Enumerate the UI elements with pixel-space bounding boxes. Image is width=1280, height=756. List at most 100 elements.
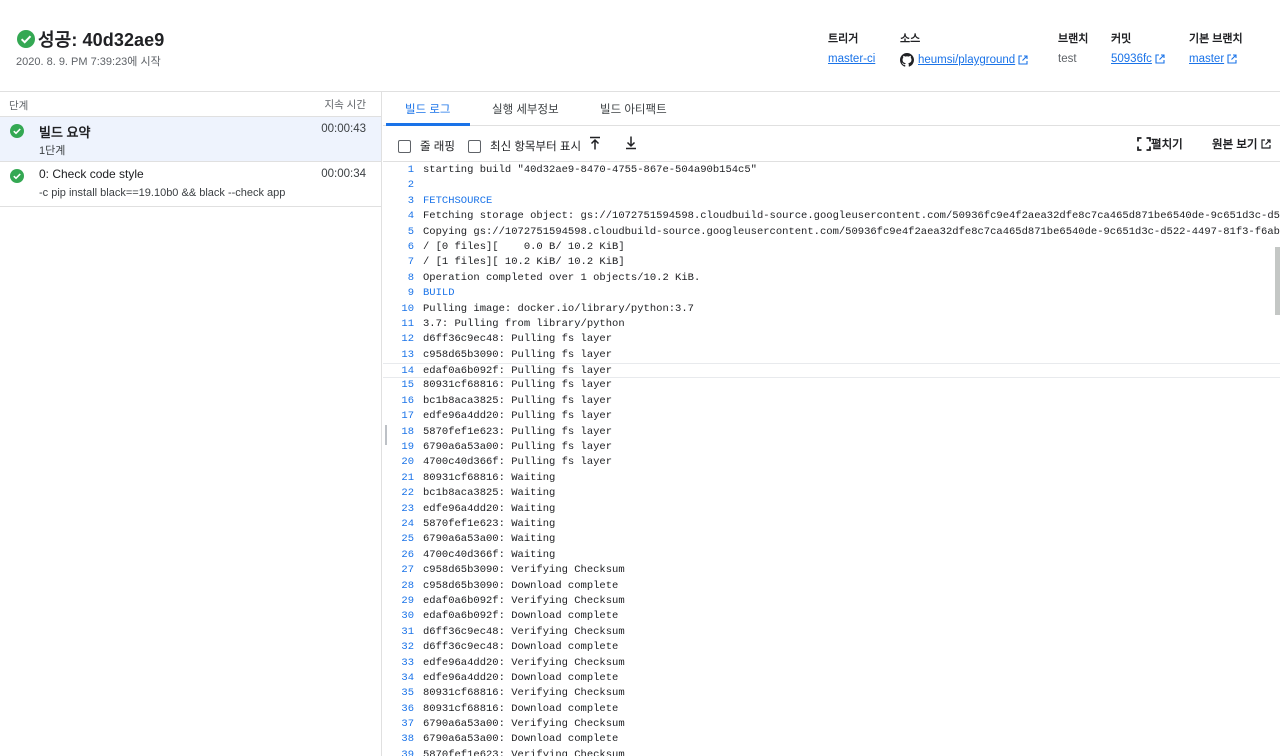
- log-line: 1 starting build "40d32ae9-8470-4755-867e…: [383, 163, 1280, 178]
- log-line-number: 11: [401, 317, 414, 330]
- log-line-text: BUILD: [423, 287, 455, 300]
- log-line-number: 18: [401, 425, 414, 438]
- log-toolbar: 줄 래핑 최신 항목부터 표시 펼치기 원본 보기: [383, 126, 1280, 162]
- log-line-text: Pulling image: docker.io/library/python:…: [423, 302, 694, 315]
- log-line-text: / [0 files][ 0.0 B/ 10.2 KiB]: [423, 240, 625, 253]
- log-line-text: 4700c40d366f: Pulling fs layer: [423, 456, 613, 469]
- log-line: 19 6790a6a53a00: Pulling fs layer: [383, 440, 1280, 455]
- log-line-number: 26: [401, 548, 414, 561]
- expand-button[interactable]: 펼치기: [1137, 136, 1183, 152]
- log-line-text: 5870fef1e623: Pulling fs layer: [423, 425, 613, 438]
- tab-execution-details[interactable]: 실행 세부정보: [492, 101, 559, 117]
- steps-header: 단계 지속 시간: [0, 92, 381, 117]
- branch-meta: 브랜치 test: [1058, 30, 1088, 65]
- log-line: 29 edaf0a6b092f: Verifying Checksum: [383, 594, 1280, 609]
- log-line: 25 6790a6a53a00: Waiting: [383, 532, 1280, 547]
- log-line-number: 2: [407, 179, 414, 192]
- log-line-text: 80931cf68816: Download complete: [423, 702, 619, 715]
- log-line: 31 d6ff36c9ec48: Verifying Checksum: [383, 625, 1280, 640]
- log-line-number: 25: [401, 533, 414, 546]
- log-line: 37 6790a6a53a00: Verifying Checksum: [383, 717, 1280, 732]
- log-line: 36 80931cf68816: Download complete: [383, 702, 1280, 717]
- log-line-number: 19: [401, 441, 414, 454]
- log-line: 21 80931cf68816: Waiting: [383, 471, 1280, 486]
- newest-first-checkbox[interactable]: 최신 항목부터 표시: [468, 138, 581, 154]
- log-line-text: starting build "40d32ae9-8470-4755-867e-…: [423, 164, 757, 176]
- log-scrollbar-thumb[interactable]: [1275, 247, 1280, 315]
- log-line: 12 d6ff36c9ec48: Pulling fs layer: [383, 332, 1280, 347]
- log-line-number: 20: [401, 456, 414, 469]
- branch-value: test: [1058, 53, 1077, 65]
- log-line-number: 6: [407, 240, 414, 253]
- log-line-number: 12: [401, 333, 414, 346]
- log-line: 18 5870fef1e623: Pulling fs layer: [383, 425, 1280, 440]
- base-branch-value: master: [1189, 53, 1225, 65]
- checkbox-box[interactable]: [468, 139, 481, 153]
- checkbox-box[interactable]: [398, 139, 411, 153]
- log-line: 5 Copying gs://1072751594598.cloudbuild-s…: [383, 225, 1280, 240]
- log-line-number: 15: [401, 379, 414, 392]
- log-line-text: 6790a6a53a00: Verifying Checksum: [423, 718, 625, 731]
- log-line-number: 23: [401, 502, 414, 515]
- log-line-number: 39: [401, 748, 414, 756]
- log-line-number: 38: [401, 733, 414, 746]
- view-raw-button[interactable]: 원본 보기: [1212, 136, 1271, 152]
- log-line-text: Fetching storage object: gs://1072751594…: [423, 210, 1280, 223]
- log-line-text: edfe96a4dd20: Waiting: [423, 502, 556, 515]
- log-line-text: 6790a6a53a00: Download complete: [423, 733, 619, 746]
- log-line-number: 3: [407, 194, 414, 207]
- wrap-lines-checkbox[interactable]: 줄 래핑: [398, 138, 455, 154]
- log-line-number: 5: [407, 225, 414, 238]
- trigger-link[interactable]: master-ci: [828, 53, 875, 65]
- log-line: 24 5870fef1e623: Waiting: [383, 517, 1280, 532]
- commit-link[interactable]: 50936fc: [1111, 53, 1165, 65]
- log-line-text: edfe96a4dd20: Pulling fs layer: [423, 410, 613, 423]
- newest-first-label: 최신 항목부터 표시: [490, 141, 582, 153]
- log-line: 34 edfe96a4dd20: Download complete: [383, 671, 1280, 686]
- log-line-text: 3.7: Pulling from library/python: [423, 317, 625, 330]
- log-line-text: bc1b8aca3825: Waiting: [423, 487, 556, 500]
- log-line-text: edfe96a4dd20: Verifying Checksum: [423, 656, 625, 669]
- log-line-number: 27: [401, 564, 414, 577]
- commit-meta: 커밋 50936fc: [1111, 30, 1165, 65]
- build-log: 1 starting build "40d32ae9-8470-4755-867e…: [383, 163, 1280, 756]
- scroll-to-bottom-icon[interactable]: [623, 135, 639, 151]
- base-branch-link[interactable]: master: [1189, 53, 1243, 65]
- log-line-text: edaf0a6b092f: Pulling fs layer: [423, 365, 613, 378]
- log-line-text: 6790a6a53a00: Pulling fs layer: [423, 441, 613, 454]
- success-check-icon: [10, 124, 24, 138]
- log-line-text: d6ff36c9ec48: Download complete: [423, 641, 619, 654]
- log-line-number: 16: [401, 394, 414, 407]
- tab-build-artifacts[interactable]: 빌드 아티팩트: [600, 101, 667, 117]
- log-line: 20 4700c40d366f: Pulling fs layer: [383, 455, 1280, 470]
- tab-build-log[interactable]: 빌드 로그: [405, 101, 451, 117]
- log-panel: 빌드 로그 실행 세부정보 빌드 아티팩트 줄 래핑 최신 항목부터 표시 펼치…: [383, 92, 1280, 756]
- step-check-code-style[interactable]: 0: Check code style -c pip install black…: [0, 162, 381, 207]
- source-link[interactable]: heumsi/playground: [900, 53, 1028, 67]
- base-branch-label: 기본 브랜치: [1189, 33, 1243, 45]
- scroll-to-top-icon[interactable]: [587, 135, 603, 151]
- log-line-number: 22: [401, 487, 414, 500]
- log-line-text: 5870fef1e623: Verifying Checksum: [423, 748, 625, 756]
- log-line: 35 80931cf68816: Verifying Checksum: [383, 686, 1280, 701]
- start-time: 2020. 8. 9. PM 7:39:23에 시작: [16, 56, 161, 68]
- source-value: heumsi/playground: [918, 54, 1016, 66]
- log-line: 32 d6ff36c9ec48: Download complete: [383, 640, 1280, 655]
- log-line-number: 37: [401, 718, 414, 731]
- wrap-lines-label: 줄 래핑: [420, 141, 455, 153]
- log-line-number: 17: [401, 410, 414, 423]
- step-build-summary[interactable]: 빌드 요약 1단계 00:00:43: [0, 117, 381, 162]
- log-line: 9 BUILD: [383, 286, 1280, 301]
- source-label: 소스: [900, 33, 921, 45]
- log-line: 39 5870fef1e623: Verifying Checksum: [383, 748, 1280, 756]
- log-line-number: 34: [401, 671, 414, 684]
- log-line-text: edfe96a4dd20: Download complete: [423, 671, 619, 684]
- success-check-icon: [17, 30, 35, 48]
- step-title: 빌드 요약: [39, 125, 91, 140]
- branch-label: 브랜치: [1058, 33, 1089, 45]
- log-line-text: 80931cf68816: Pulling fs layer: [423, 379, 613, 392]
- open-in-new-icon: [1155, 54, 1165, 64]
- log-line-text: edaf0a6b092f: Download complete: [423, 610, 619, 623]
- log-line-number: 30: [401, 610, 414, 623]
- open-in-new-icon: [1018, 55, 1028, 65]
